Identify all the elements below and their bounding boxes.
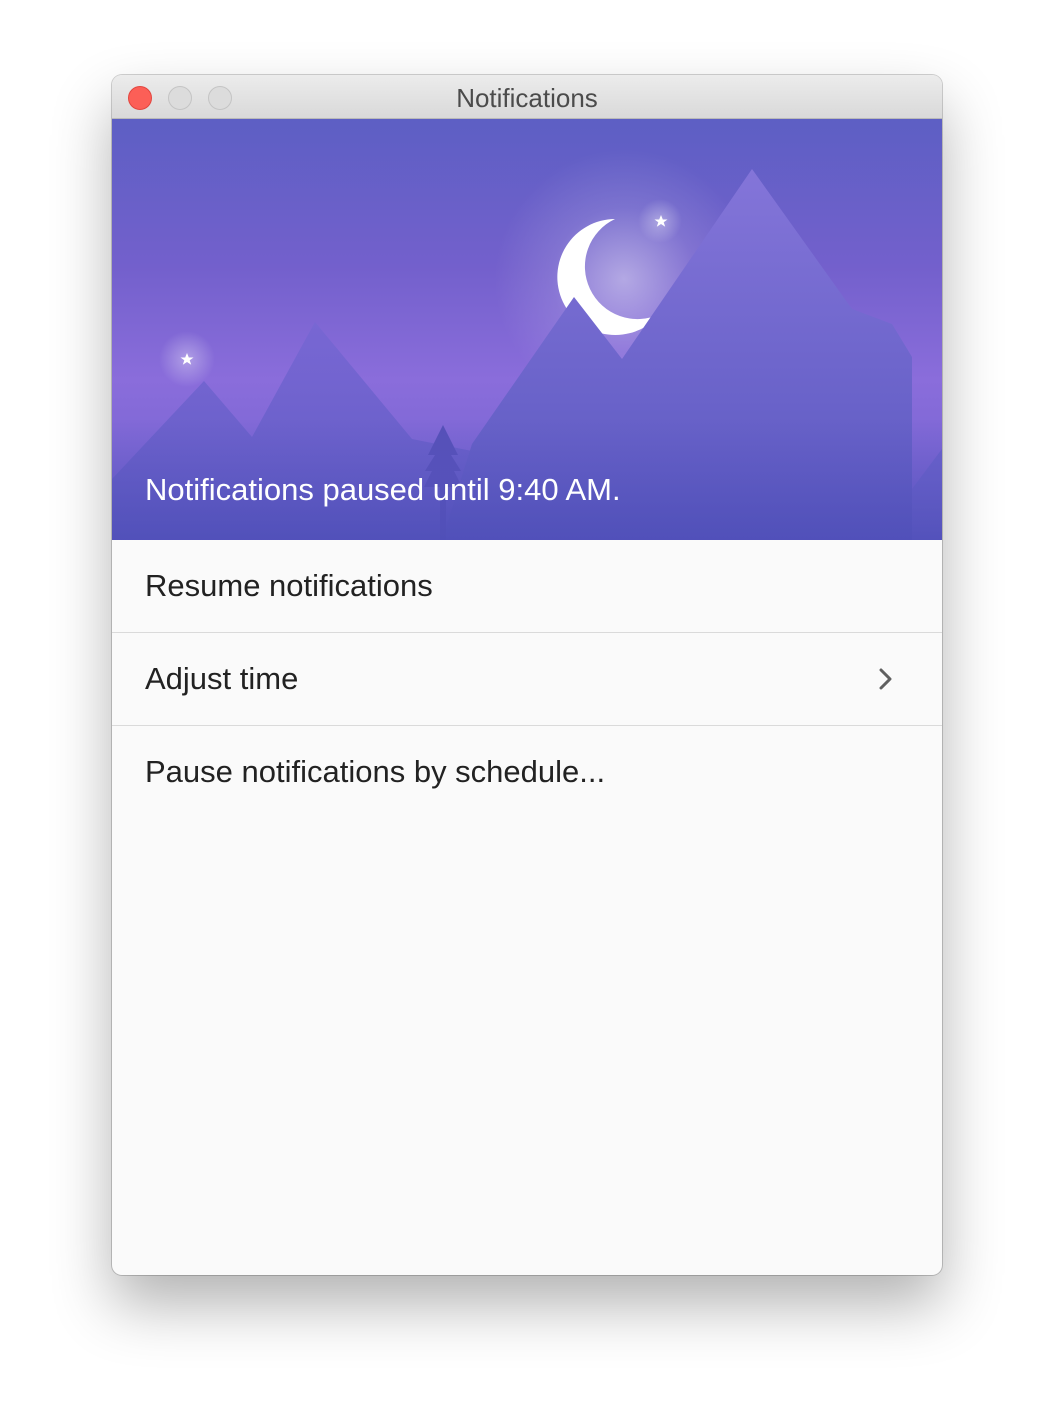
menu-item-label: Resume notifications bbox=[145, 568, 433, 603]
titlebar[interactable]: Notifications bbox=[112, 75, 942, 119]
menu-item-label: Pause notifications by schedule... bbox=[145, 754, 606, 789]
paused-banner: Notifications paused until 9:40 AM. bbox=[112, 119, 942, 540]
notifications-window: Notifications Notifications paused until… bbox=[112, 75, 942, 1275]
paused-status-text: Notifications paused until 9:40 AM. bbox=[145, 472, 621, 507]
chevron-right-icon bbox=[879, 668, 892, 690]
resume-notifications-item[interactable]: Resume notifications bbox=[112, 540, 942, 633]
pause-by-schedule-item[interactable]: Pause notifications by schedule... bbox=[112, 726, 942, 819]
adjust-time-item[interactable]: Adjust time bbox=[112, 633, 942, 726]
window-title: Notifications bbox=[456, 83, 598, 113]
menu-item-label: Adjust time bbox=[145, 661, 299, 696]
